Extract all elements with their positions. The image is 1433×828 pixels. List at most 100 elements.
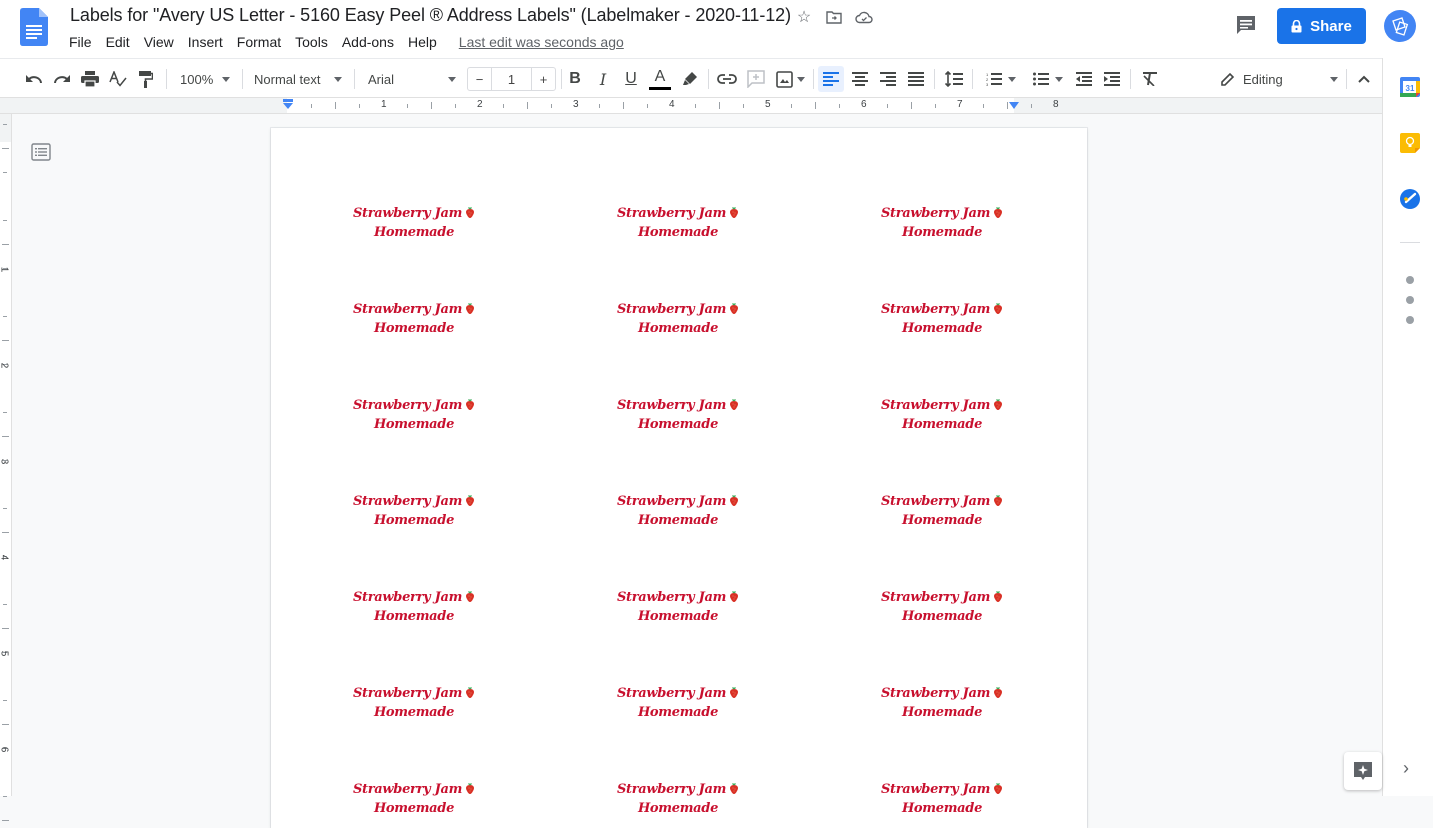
numbered-list-button[interactable]: 123 <box>980 66 1022 92</box>
spellcheck-icon[interactable] <box>106 66 130 92</box>
redo-icon[interactable] <box>50 66 74 92</box>
label-product-name: Strawberry Jam <box>616 782 727 797</box>
address-label[interactable]: Strawberry Jam Homemade <box>578 396 778 434</box>
lock-icon <box>1291 19 1302 32</box>
vertical-ruler[interactable]: 1 2 3 4 5 6 <box>0 114 12 821</box>
horizontal-ruler[interactable]: 1 2 3 4 5 6 7 8 <box>0 98 1382 114</box>
address-label[interactable]: Strawberry Jam Homemade <box>842 588 1042 626</box>
label-product-name: Strawberry Jam <box>352 494 463 509</box>
decrease-font-size-button[interactable]: − <box>468 68 492 90</box>
menu-insert[interactable]: Insert <box>181 32 230 52</box>
underline-button[interactable]: U <box>620 66 642 92</box>
ruler-tick <box>359 104 360 108</box>
bold-button[interactable]: B <box>564 66 586 92</box>
zoom-select[interactable]: 100% <box>174 66 236 92</box>
address-label[interactable]: Strawberry Jam Homemade <box>314 780 514 818</box>
address-label[interactable]: Strawberry Jam Homemade <box>578 684 778 722</box>
justify-button[interactable] <box>903 66 929 92</box>
address-label[interactable]: Strawberry Jam Homemade <box>578 492 778 530</box>
ruler-tick <box>1031 104 1032 108</box>
address-label[interactable]: Strawberry Jam Homemade <box>842 492 1042 530</box>
italic-button[interactable]: I <box>592 66 614 92</box>
editing-mode-select[interactable]: Editing <box>1214 66 1344 92</box>
font-family-select[interactable]: Arial <box>362 66 462 92</box>
star-icon[interactable]: ☆ <box>794 7 814 27</box>
calendar-icon[interactable]: 31 <box>1400 77 1420 97</box>
increase-font-size-button[interactable]: + <box>531 68 555 90</box>
cloud-saved-icon[interactable] <box>854 7 874 27</box>
comment-history-icon[interactable] <box>1234 13 1258 37</box>
chevron-down-icon <box>1055 76 1063 82</box>
address-label[interactable]: Strawberry Jam Homemade <box>578 300 778 338</box>
strawberry-icon <box>730 207 739 218</box>
increase-indent-icon[interactable] <box>1099 66 1125 92</box>
strawberry-icon <box>730 591 739 602</box>
paint-format-icon[interactable] <box>134 66 158 92</box>
line-spacing-icon[interactable] <box>941 66 967 92</box>
expand-side-panel-chevron-right-icon[interactable]: › <box>1403 758 1409 779</box>
docs-logo-icon[interactable] <box>20 8 48 46</box>
align-right-button[interactable] <box>875 66 901 92</box>
label-line-2: Homemade <box>637 321 719 336</box>
address-label[interactable]: Strawberry Jam Homemade <box>842 396 1042 434</box>
left-indent-marker[interactable] <box>282 99 294 111</box>
menu-view[interactable]: View <box>137 32 181 52</box>
move-folder-icon[interactable] <box>824 7 844 27</box>
address-label[interactable]: Strawberry Jam Homemade <box>578 588 778 626</box>
align-center-button[interactable] <box>847 66 873 92</box>
address-label[interactable]: Strawberry Jam Homemade <box>578 780 778 818</box>
address-label[interactable]: Strawberry Jam Homemade <box>842 684 1042 722</box>
address-label[interactable]: Strawberry Jam Homemade <box>314 588 514 626</box>
menu-format[interactable]: Format <box>230 32 288 52</box>
keep-icon[interactable] <box>1400 133 1420 153</box>
font-size-input[interactable]: 1 <box>492 68 531 90</box>
align-left-button[interactable] <box>818 66 844 92</box>
insert-image-button[interactable] <box>772 66 808 92</box>
paragraph-style-select[interactable]: Normal text <box>248 66 348 92</box>
address-label[interactable]: Strawberry Jam Homemade <box>842 204 1042 242</box>
menu-edit[interactable]: Edit <box>99 32 137 52</box>
document-outline-icon[interactable] <box>31 142 51 162</box>
ruler-tick <box>527 102 528 109</box>
print-icon[interactable] <box>78 66 102 92</box>
addon-dot-icon[interactable] <box>1406 296 1414 304</box>
document-page[interactable]: Strawberry Jam Homemade Strawberry Jam Home… <box>271 128 1087 828</box>
explore-button[interactable] <box>1344 752 1382 790</box>
undo-icon[interactable] <box>22 66 46 92</box>
document-title[interactable]: Labels for "Avery US Letter - 5160 Easy … <box>70 5 791 26</box>
decrease-indent-icon[interactable] <box>1071 66 1097 92</box>
address-label[interactable]: Strawberry Jam Homemade <box>314 492 514 530</box>
strawberry-icon <box>466 495 475 506</box>
bulleted-list-button[interactable] <box>1027 66 1069 92</box>
insert-link-icon[interactable] <box>714 66 740 92</box>
menu-help[interactable]: Help <box>401 32 444 52</box>
clear-formatting-icon[interactable] <box>1137 66 1163 92</box>
address-label[interactable]: Strawberry Jam Homemade <box>314 300 514 338</box>
addon-dot-icon[interactable] <box>1406 316 1414 324</box>
account-avatar[interactable] <box>1384 10 1416 42</box>
address-label[interactable]: Strawberry Jam Homemade <box>314 396 514 434</box>
label-product-name: Strawberry Jam <box>616 686 727 701</box>
address-label[interactable]: Strawberry Jam Homemade <box>578 204 778 242</box>
menu-add-ons[interactable]: Add-ons <box>335 32 401 52</box>
right-indent-marker[interactable] <box>1008 101 1020 111</box>
side-panel-divider <box>1400 242 1420 243</box>
menu-tools[interactable]: Tools <box>288 32 335 52</box>
add-comment-icon[interactable] <box>744 66 768 92</box>
addon-dot-icon[interactable] <box>1406 276 1414 284</box>
label-product-name: Strawberry Jam <box>352 782 463 797</box>
highlight-color-icon[interactable] <box>678 66 702 92</box>
address-label[interactable]: Strawberry Jam Homemade <box>314 204 514 242</box>
address-label[interactable]: Strawberry Jam Homemade <box>314 684 514 722</box>
text-color-button[interactable]: A <box>648 66 672 92</box>
ruler-tick <box>983 104 984 108</box>
ruler-tick <box>887 104 888 108</box>
share-button[interactable]: Share <box>1277 8 1366 44</box>
ruler-tick <box>3 412 7 413</box>
menu-file[interactable]: File <box>62 32 99 52</box>
address-label[interactable]: Strawberry Jam Homemade <box>842 300 1042 338</box>
tasks-icon[interactable] <box>1400 189 1420 209</box>
hide-menus-chevron-up-icon[interactable] <box>1352 66 1376 92</box>
address-label[interactable]: Strawberry Jam Homemade <box>842 780 1042 818</box>
last-edit-link[interactable]: Last edit was seconds ago <box>452 32 631 52</box>
